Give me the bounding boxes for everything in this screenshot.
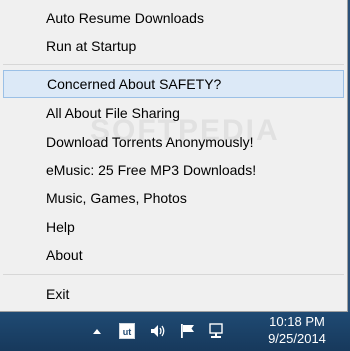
volume-icon[interactable] — [148, 322, 168, 340]
menu-item-all-about-file-sharing[interactable]: All About File Sharing — [0, 99, 346, 127]
menu-item-label: All About File Sharing — [46, 105, 180, 121]
taskbar-clock[interactable]: 10:18 PM 9/25/2014 — [252, 313, 342, 347]
menu-item-auto-resume-downloads[interactable]: Auto Resume Downloads — [0, 4, 346, 32]
menu-item-help[interactable]: Help — [0, 213, 346, 241]
menu-item-music-games-photos[interactable]: Music, Games, Photos — [0, 184, 346, 212]
menu-item-about[interactable]: About — [0, 241, 346, 269]
clock-time: 10:18 PM — [269, 314, 325, 329]
utorrent-icon[interactable]: ut — [118, 322, 136, 340]
menu-separator — [3, 274, 344, 275]
chevron-up-icon[interactable] — [91, 322, 103, 340]
menu-item-label: Help — [46, 219, 75, 235]
taskbar: ut 10:18 PM 9/25/2014 — [0, 312, 350, 351]
menu-item-label: About — [46, 247, 83, 263]
menu-item-concerned-about-safety[interactable]: Concerned About SAFETY? — [3, 70, 344, 98]
screen: SOFTPEDIA Auto Resume Downloads Run at S… — [0, 0, 350, 351]
tray-context-menu: SOFTPEDIA Auto Resume Downloads Run at S… — [0, 0, 348, 312]
menu-item-label: eMusic: 25 Free MP3 Downloads! — [46, 162, 257, 178]
menu-item-label: Download Torrents Anonymously! — [46, 134, 254, 150]
menu-item-run-at-startup[interactable]: Run at Startup — [0, 32, 346, 60]
svg-text:ut: ut — [123, 327, 132, 337]
menu-item-label: Auto Resume Downloads — [46, 10, 204, 26]
clock-date: 9/25/2014 — [268, 331, 326, 346]
menu-separator — [3, 64, 344, 65]
menu-item-label: Concerned About SAFETY? — [47, 76, 222, 92]
menu-item-label: Run at Startup — [46, 38, 137, 54]
menu-item-label: Exit — [46, 286, 70, 302]
menu-item-label: Music, Games, Photos — [46, 190, 187, 206]
network-icon[interactable] — [206, 322, 226, 340]
menu-item-exit[interactable]: Exit — [0, 280, 346, 308]
flag-icon[interactable] — [178, 322, 198, 340]
menu-item-emusic-free-downloads[interactable]: eMusic: 25 Free MP3 Downloads! — [0, 156, 346, 184]
menu-item-download-torrents-anonymously[interactable]: Download Torrents Anonymously! — [0, 128, 346, 156]
